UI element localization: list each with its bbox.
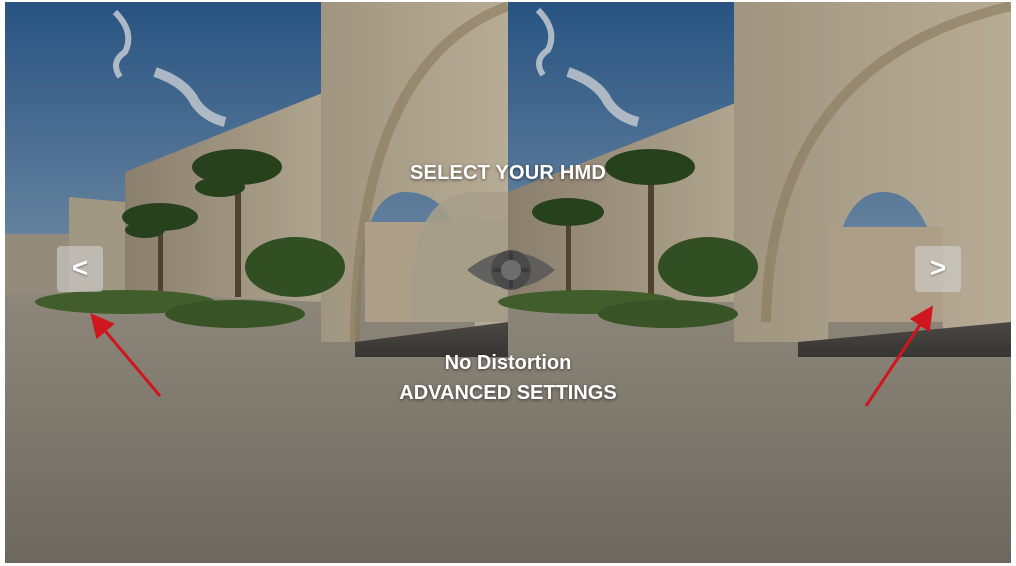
advanced-settings-button[interactable]: ADVANCED SETTINGS bbox=[5, 382, 1011, 405]
hmd-menu-title: SELECT YOUR HMD bbox=[410, 162, 606, 184]
vr-viewport: SELECT YOUR HMD < > No Distortion ADVANC… bbox=[5, 2, 1011, 563]
current-hmd-mode: No Distortion bbox=[444, 352, 572, 374]
eye-icon bbox=[467, 250, 555, 290]
next-hmd-button[interactable]: > bbox=[915, 246, 961, 292]
previous-hmd-button[interactable]: < bbox=[57, 246, 103, 292]
